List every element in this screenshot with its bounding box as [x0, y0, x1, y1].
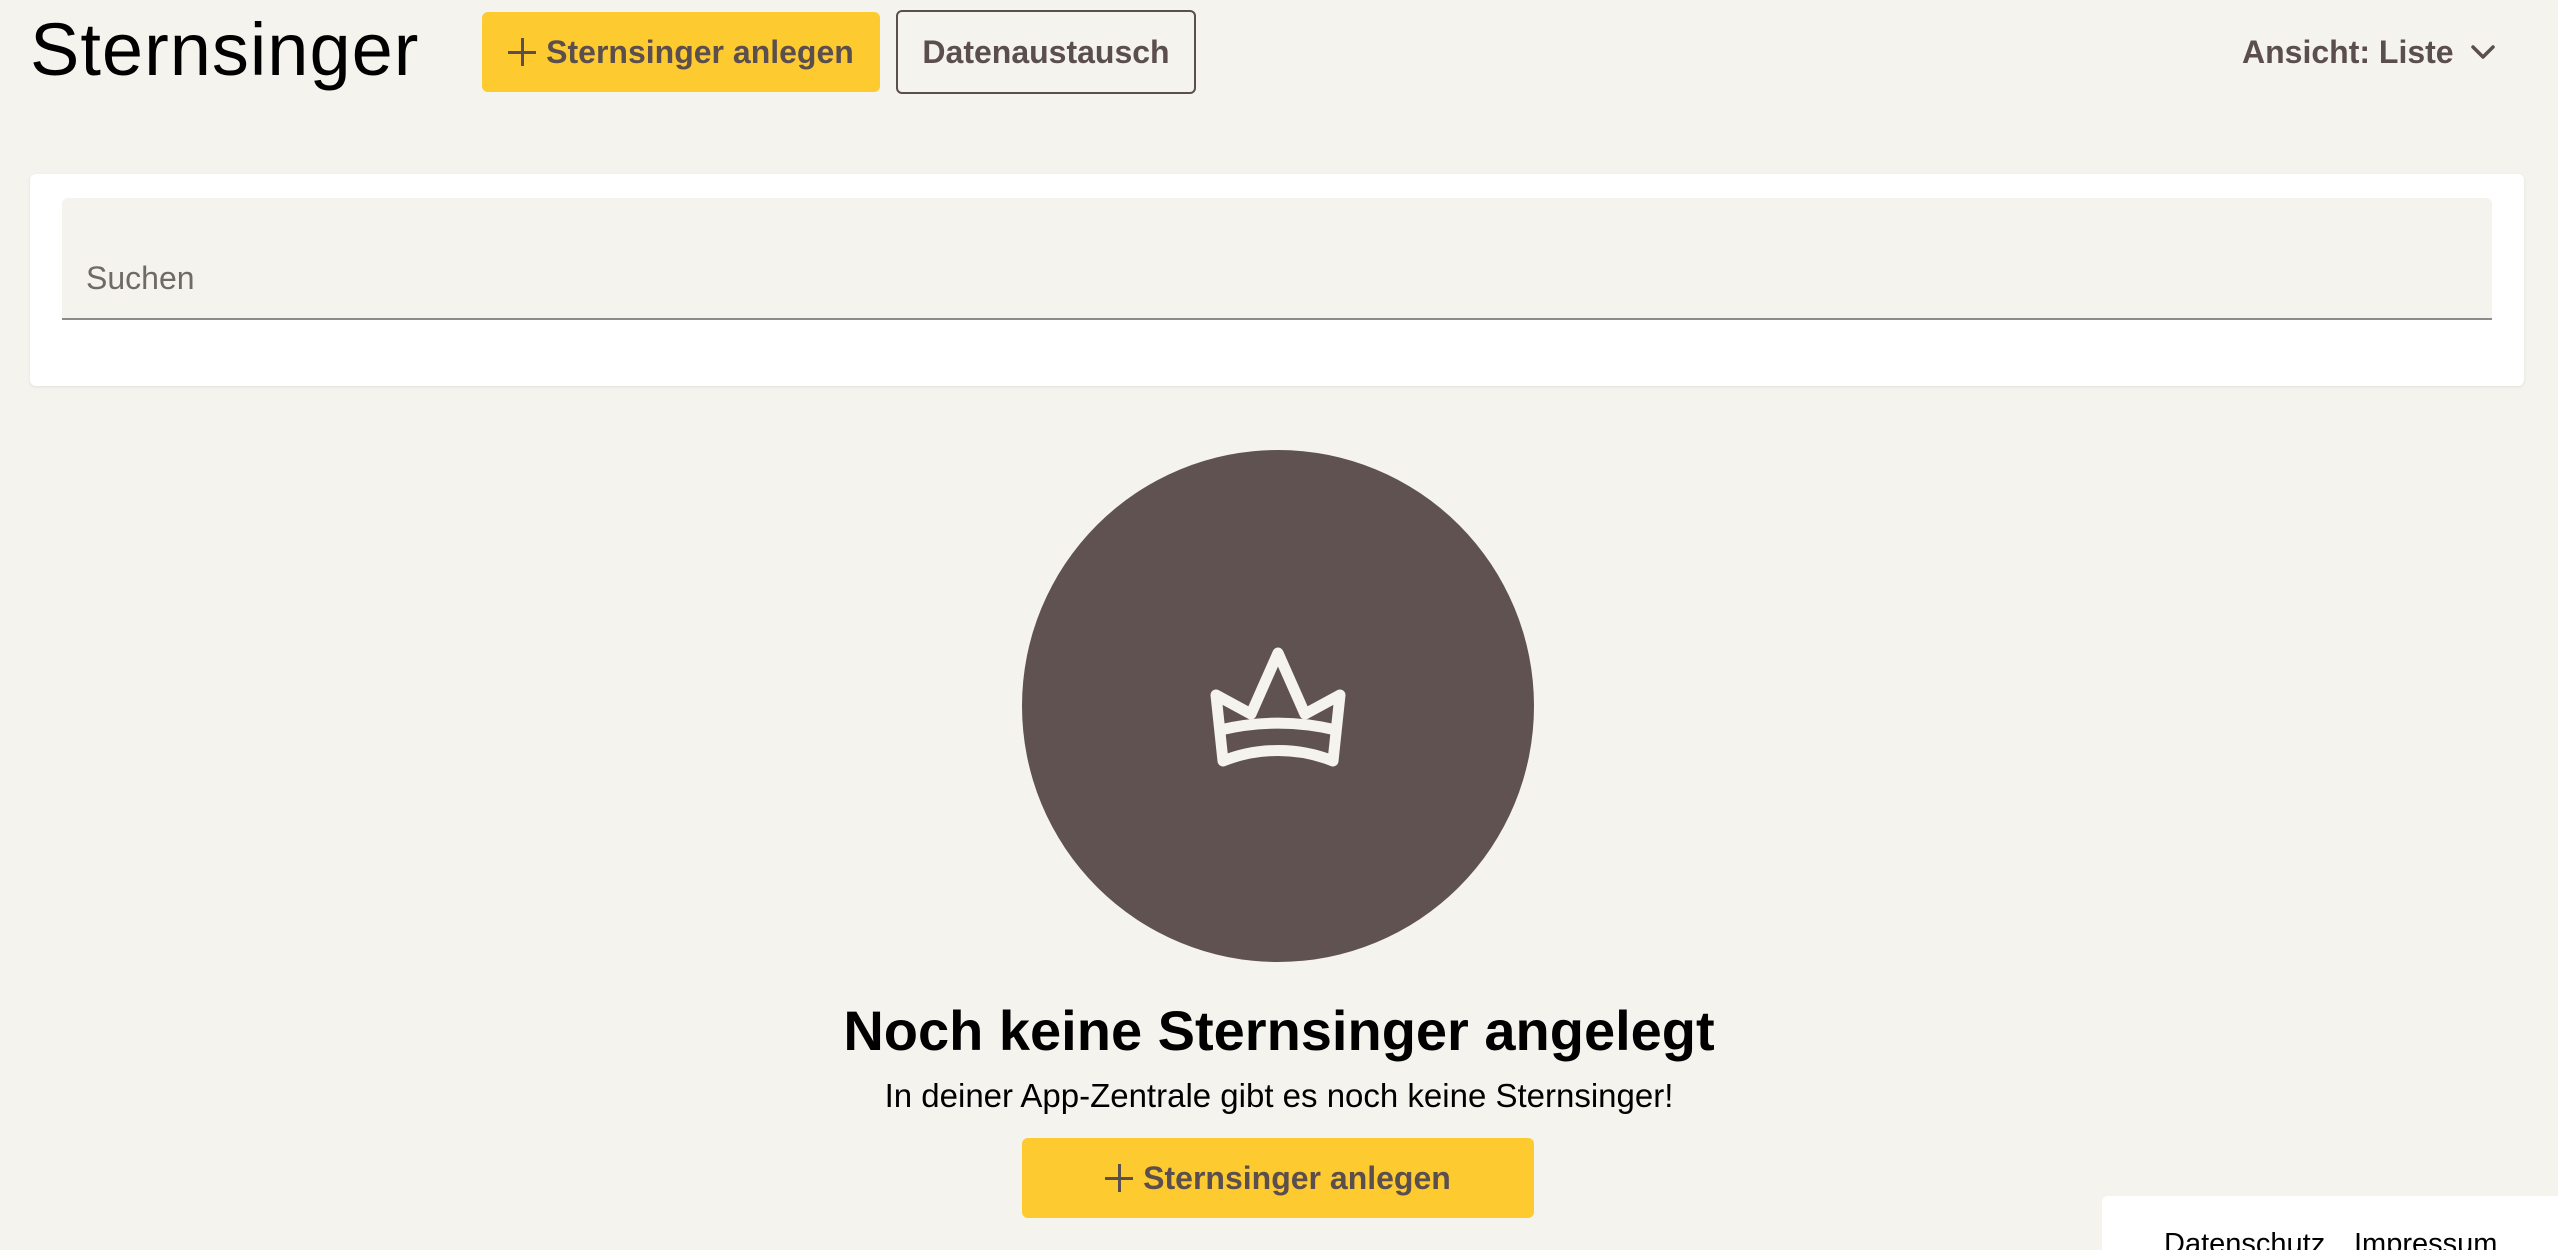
empty-state-create-label: Sternsinger anlegen — [1143, 1159, 1451, 1196]
imprint-link[interactable]: Impressum — [2354, 1228, 2497, 1250]
search-field[interactable] — [62, 198, 2492, 320]
view-mode-label: Ansicht: Liste — [2242, 33, 2454, 70]
data-exchange-label: Datenaustausch — [922, 33, 1170, 70]
empty-state-illustration — [1022, 450, 1534, 962]
data-exchange-button[interactable]: Datenaustausch — [896, 10, 1196, 94]
plus-icon — [1105, 1164, 1134, 1192]
empty-state-title: Noch keine Sternsinger angelegt — [843, 999, 1715, 1062]
create-sternsinger-label: Sternsinger anlegen — [546, 33, 854, 70]
create-sternsinger-button[interactable]: Sternsinger anlegen — [482, 12, 880, 92]
empty-state-text: In deiner App-Zentrale gibt es noch kein… — [884, 1077, 1674, 1114]
footer-panel: Datenschutz Impressum — [2102, 1196, 2558, 1250]
search-card — [30, 174, 2524, 386]
chevron-down-icon — [2470, 45, 2495, 59]
view-mode-dropdown[interactable]: Ansicht: Liste — [2242, 24, 2496, 80]
plus-icon — [508, 38, 537, 66]
crown-icon — [1210, 647, 1346, 767]
search-input[interactable] — [62, 198, 2492, 318]
empty-state-create-button[interactable]: Sternsinger anlegen — [1022, 1138, 1534, 1218]
page-title: Sternsinger — [30, 8, 420, 91]
privacy-link[interactable]: Datenschutz — [2164, 1228, 2325, 1250]
